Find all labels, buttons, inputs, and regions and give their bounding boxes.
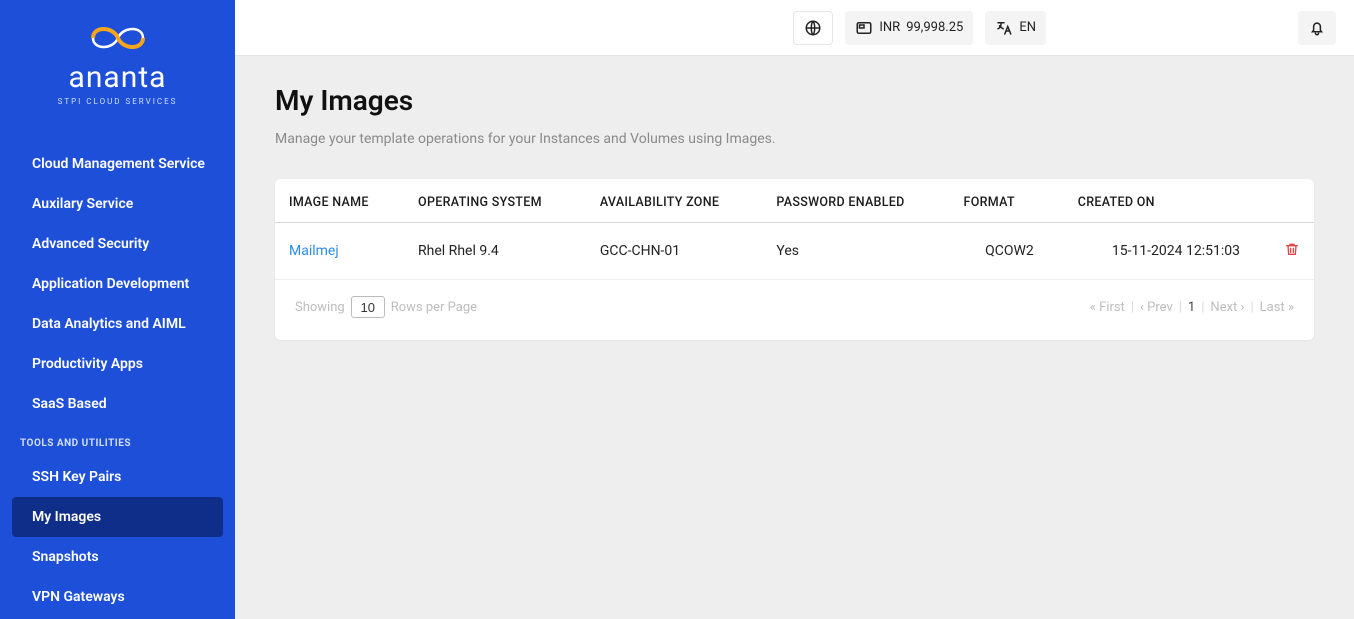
brand-name: ananta (0, 60, 235, 95)
lang-button[interactable]: EN (985, 11, 1046, 45)
balance-currency: INR (879, 20, 900, 35)
nav-item-snapshots[interactable]: Snapshots (0, 537, 235, 577)
cell-created: 15-11-2024 12:51:03 (1064, 223, 1270, 280)
cell-os: Rhel Rhel 9.4 (404, 223, 586, 280)
balance-value: 99,998.25 (906, 20, 963, 35)
globe-icon (804, 19, 822, 37)
cell-zone: GCC-CHN-01 (586, 223, 763, 280)
page-title: My Images (275, 84, 1314, 117)
pager-current: 1 (1188, 300, 1195, 315)
topbar: INR 99,998.25 EN (235, 0, 1354, 56)
sidebar: ananta STPI CLOUD SERVICES Cloud Managem… (0, 0, 235, 619)
col-actions (1270, 179, 1314, 223)
bell-icon (1308, 19, 1326, 37)
nav-item-app-dev[interactable]: Application Development (0, 264, 235, 304)
brand-sub: STPI CLOUD SERVICES (0, 97, 235, 106)
sep: | (1201, 300, 1204, 315)
translate-icon (995, 19, 1013, 37)
brand-logo-block: ananta STPI CLOUD SERVICES (0, 0, 235, 116)
images-table: IMAGE NAME OPERATING SYSTEM AVAILABILITY… (275, 179, 1314, 280)
sep: | (1250, 300, 1253, 315)
label: Advanced Security (32, 236, 149, 252)
lang-label: EN (1019, 20, 1036, 35)
delete-button[interactable] (1284, 245, 1300, 261)
sep: | (1179, 300, 1182, 315)
nav-item-ssh-key[interactable]: SSH Key Pairs (0, 457, 235, 497)
label: SSH Key Pairs (32, 469, 121, 485)
label: Auxilary Service (32, 196, 133, 212)
balance-chip[interactable]: INR 99,998.25 (845, 11, 973, 45)
content: My Images Manage your template operation… (235, 56, 1354, 368)
label: VPN Gateways (32, 589, 125, 605)
infinity-icon (73, 18, 163, 58)
rows-per-page: Showing Rows per Page (295, 296, 477, 318)
pager-first[interactable]: « First (1090, 300, 1125, 315)
pager-prev[interactable]: ‹ Prev (1140, 300, 1173, 315)
nav: Cloud Management Service Auxilary Servic… (0, 116, 235, 617)
nav-item-my-images[interactable]: My Images (12, 497, 223, 537)
rows-per-label: Rows per Page (391, 300, 477, 315)
nav-item-cloud-management[interactable]: Cloud Management Service (0, 144, 235, 184)
trash-icon (1284, 241, 1300, 257)
main: INR 99,998.25 EN My Images Manage your t… (235, 0, 1354, 619)
nav-item-saas[interactable]: SaaS Based (0, 384, 235, 424)
col-os: OPERATING SYSTEM (404, 179, 586, 223)
nav-item-advanced-security[interactable]: Advanced Security (0, 224, 235, 264)
col-image-name: IMAGE NAME (275, 179, 404, 223)
pager-next[interactable]: Next › (1210, 300, 1244, 315)
nav-item-vpn-gateways[interactable]: VPN Gateways (0, 577, 235, 617)
cell-format: QCOW2 (950, 223, 1064, 280)
col-format: FORMAT (950, 179, 1064, 223)
sep: | (1131, 300, 1134, 315)
label: My Images (32, 509, 101, 525)
nav-header-tools: TOOLS AND UTILITIES (0, 424, 235, 457)
table-footer: Showing Rows per Page « First | ‹ Prev |… (275, 280, 1314, 340)
image-link[interactable]: Mailmej (289, 243, 339, 259)
cell-image-name: Mailmej (275, 223, 404, 280)
page-subtitle: Manage your template operations for your… (275, 131, 1314, 147)
label: Data Analytics and AIML (32, 316, 186, 332)
rows-input[interactable] (351, 296, 385, 318)
table-row: Mailmej Rhel Rhel 9.4 GCC-CHN-01 Yes QCO… (275, 223, 1314, 280)
pager-last[interactable]: Last » (1260, 300, 1294, 315)
col-password-enabled: PASSWORD ENABLED (762, 179, 949, 223)
globe-button[interactable] (793, 11, 833, 45)
label: Application Development (32, 276, 189, 292)
pager: « First | ‹ Prev | 1 | Next › | Last » (1090, 300, 1294, 315)
label: Snapshots (32, 549, 99, 565)
images-card: IMAGE NAME OPERATING SYSTEM AVAILABILITY… (275, 179, 1314, 340)
notifications-button[interactable] (1298, 11, 1336, 45)
cell-password: Yes (762, 223, 949, 280)
table-header-row: IMAGE NAME OPERATING SYSTEM AVAILABILITY… (275, 179, 1314, 223)
col-created-on: CREATED ON (1064, 179, 1270, 223)
showing-label: Showing (295, 300, 345, 315)
nav-item-productivity[interactable]: Productivity Apps (0, 344, 235, 384)
cell-action (1270, 223, 1314, 280)
nav-item-auxilary-service[interactable]: Auxilary Service (0, 184, 235, 224)
wallet-icon (855, 19, 873, 37)
label: Cloud Management Service (32, 156, 205, 172)
col-zone: AVAILABILITY ZONE (586, 179, 763, 223)
label: SaaS Based (32, 396, 107, 412)
nav-item-data-analytics[interactable]: Data Analytics and AIML (0, 304, 235, 344)
label: Productivity Apps (32, 356, 143, 372)
